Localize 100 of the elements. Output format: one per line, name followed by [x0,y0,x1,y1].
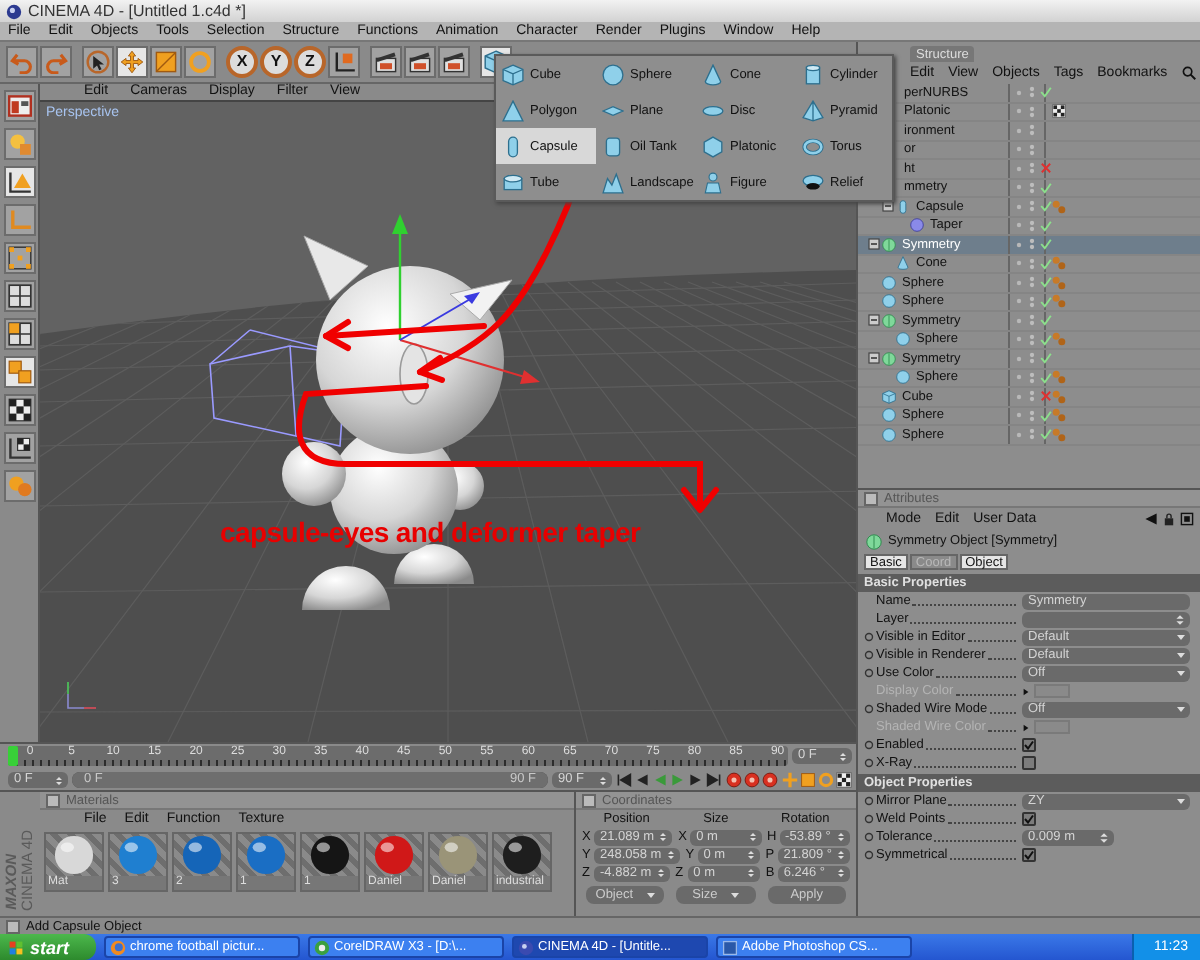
step-back-icon [634,772,650,788]
start-button[interactable]: start [0,934,96,960]
spinner-arrows-icon [747,832,758,842]
axis-lock-button[interactable]: Z [294,46,326,78]
grid-icon [7,284,31,308]
skip-start-icon [616,772,632,788]
window-icon [1180,512,1194,526]
symmetry-icon [882,313,896,328]
skip-end-icon [706,772,722,788]
color-swatch[interactable] [1034,684,1070,698]
hexagon-icon [702,135,724,157]
spinner-arrows-icon [655,868,666,878]
dot-icon [1014,410,1024,421]
mountain-icon [602,171,624,193]
spinner-arrows-icon [836,850,846,860]
toolbar-button[interactable] [328,46,360,78]
checkbox[interactable] [1022,812,1036,826]
leader-line [925,747,1016,749]
axes-icon [332,50,356,74]
leader-line [912,603,1016,605]
square-icon [722,939,738,955]
color-swatch[interactable] [1034,720,1070,734]
axis-indicator-icon [67,681,97,709]
leader-line [948,803,1016,805]
checkbox[interactable] [1022,848,1036,862]
scale-icon [154,50,178,74]
collapse-icon[interactable] [868,352,880,365]
triangle-axis-icon [7,170,31,194]
tool-button[interactable] [3,166,35,198]
spinner-arrows-icon [836,832,846,842]
dot-icon [1014,296,1024,307]
cylinder-icon [802,63,824,85]
clapperboard-icon [408,50,432,74]
panel-toggle-icon[interactable] [864,491,878,505]
tool-button[interactable] [3,90,35,122]
globe-icon [110,939,126,955]
axis-icon [7,208,31,232]
taper-icon [910,218,924,233]
axis-lock-button[interactable]: X [226,46,258,78]
clapperboard-icon [442,50,466,74]
toolbar-button[interactable] [370,46,402,78]
leader-line [987,729,1016,731]
collapse-icon[interactable] [882,200,894,213]
cone-icon [896,256,910,271]
flag-icon [8,939,24,955]
torus-icon [802,135,824,157]
circle-icon [314,939,330,955]
toolbar-button[interactable] [438,46,470,78]
checkbox[interactable] [1022,756,1036,770]
spinner-arrows-icon [665,850,676,860]
tool-button[interactable] [3,318,35,350]
leader-line [967,639,1016,641]
panel-toggle-icon[interactable] [46,793,60,807]
layer-field[interactable] [1022,611,1190,627]
move-icon [120,50,144,74]
capsule-icon [896,199,910,214]
spinner-arrows-icon [658,832,669,842]
caret-icon [1176,704,1186,714]
leader-line [934,839,1016,841]
dot-icon [1014,220,1024,231]
dot-icon [1014,353,1024,364]
leader-line [949,857,1016,859]
checker-icon [7,398,31,422]
step-forward-icon [688,772,704,788]
clapperboard-icon [374,50,398,74]
checker-axis-icon [7,436,31,460]
redo-icon [44,50,68,74]
spinner-arrows-icon [836,868,846,878]
key-square-icon [800,772,816,788]
pyramid-icon [802,99,824,121]
capsule-icon [502,135,524,157]
sphere-icon [896,332,910,347]
cube-icon [502,63,524,85]
dot-icon [1014,87,1024,98]
dot-grid-icon [7,246,31,270]
tool-button[interactable] [3,394,35,426]
toolbar-button[interactable] [116,46,148,78]
checkbox[interactable] [1022,738,1036,752]
polygon-grid-icon [7,322,31,346]
relief-icon [802,171,824,193]
tool-button[interactable] [3,280,35,312]
collapse-icon[interactable] [868,314,880,327]
sphere-icon [602,63,624,85]
collapse-icon[interactable] [868,238,880,251]
tool-button[interactable] [3,432,35,464]
leader-line [947,821,1016,823]
symmetry-icon [882,351,896,366]
panel-toggle-icon[interactable] [582,793,596,807]
caret-icon [729,890,740,900]
leader-line [914,765,1016,767]
toolbar-button[interactable] [404,46,436,78]
axis-lock-button[interactable]: Y [260,46,292,78]
dot-icon [1014,277,1024,288]
search-icon [1181,66,1196,80]
leader-line [989,711,1016,713]
toolbar-button[interactable] [82,46,114,78]
dot-icon [1014,144,1024,155]
spinner-arrows-icon [838,751,848,761]
spinner-arrows-icon [1098,831,1110,843]
dot-icon [1014,315,1024,326]
